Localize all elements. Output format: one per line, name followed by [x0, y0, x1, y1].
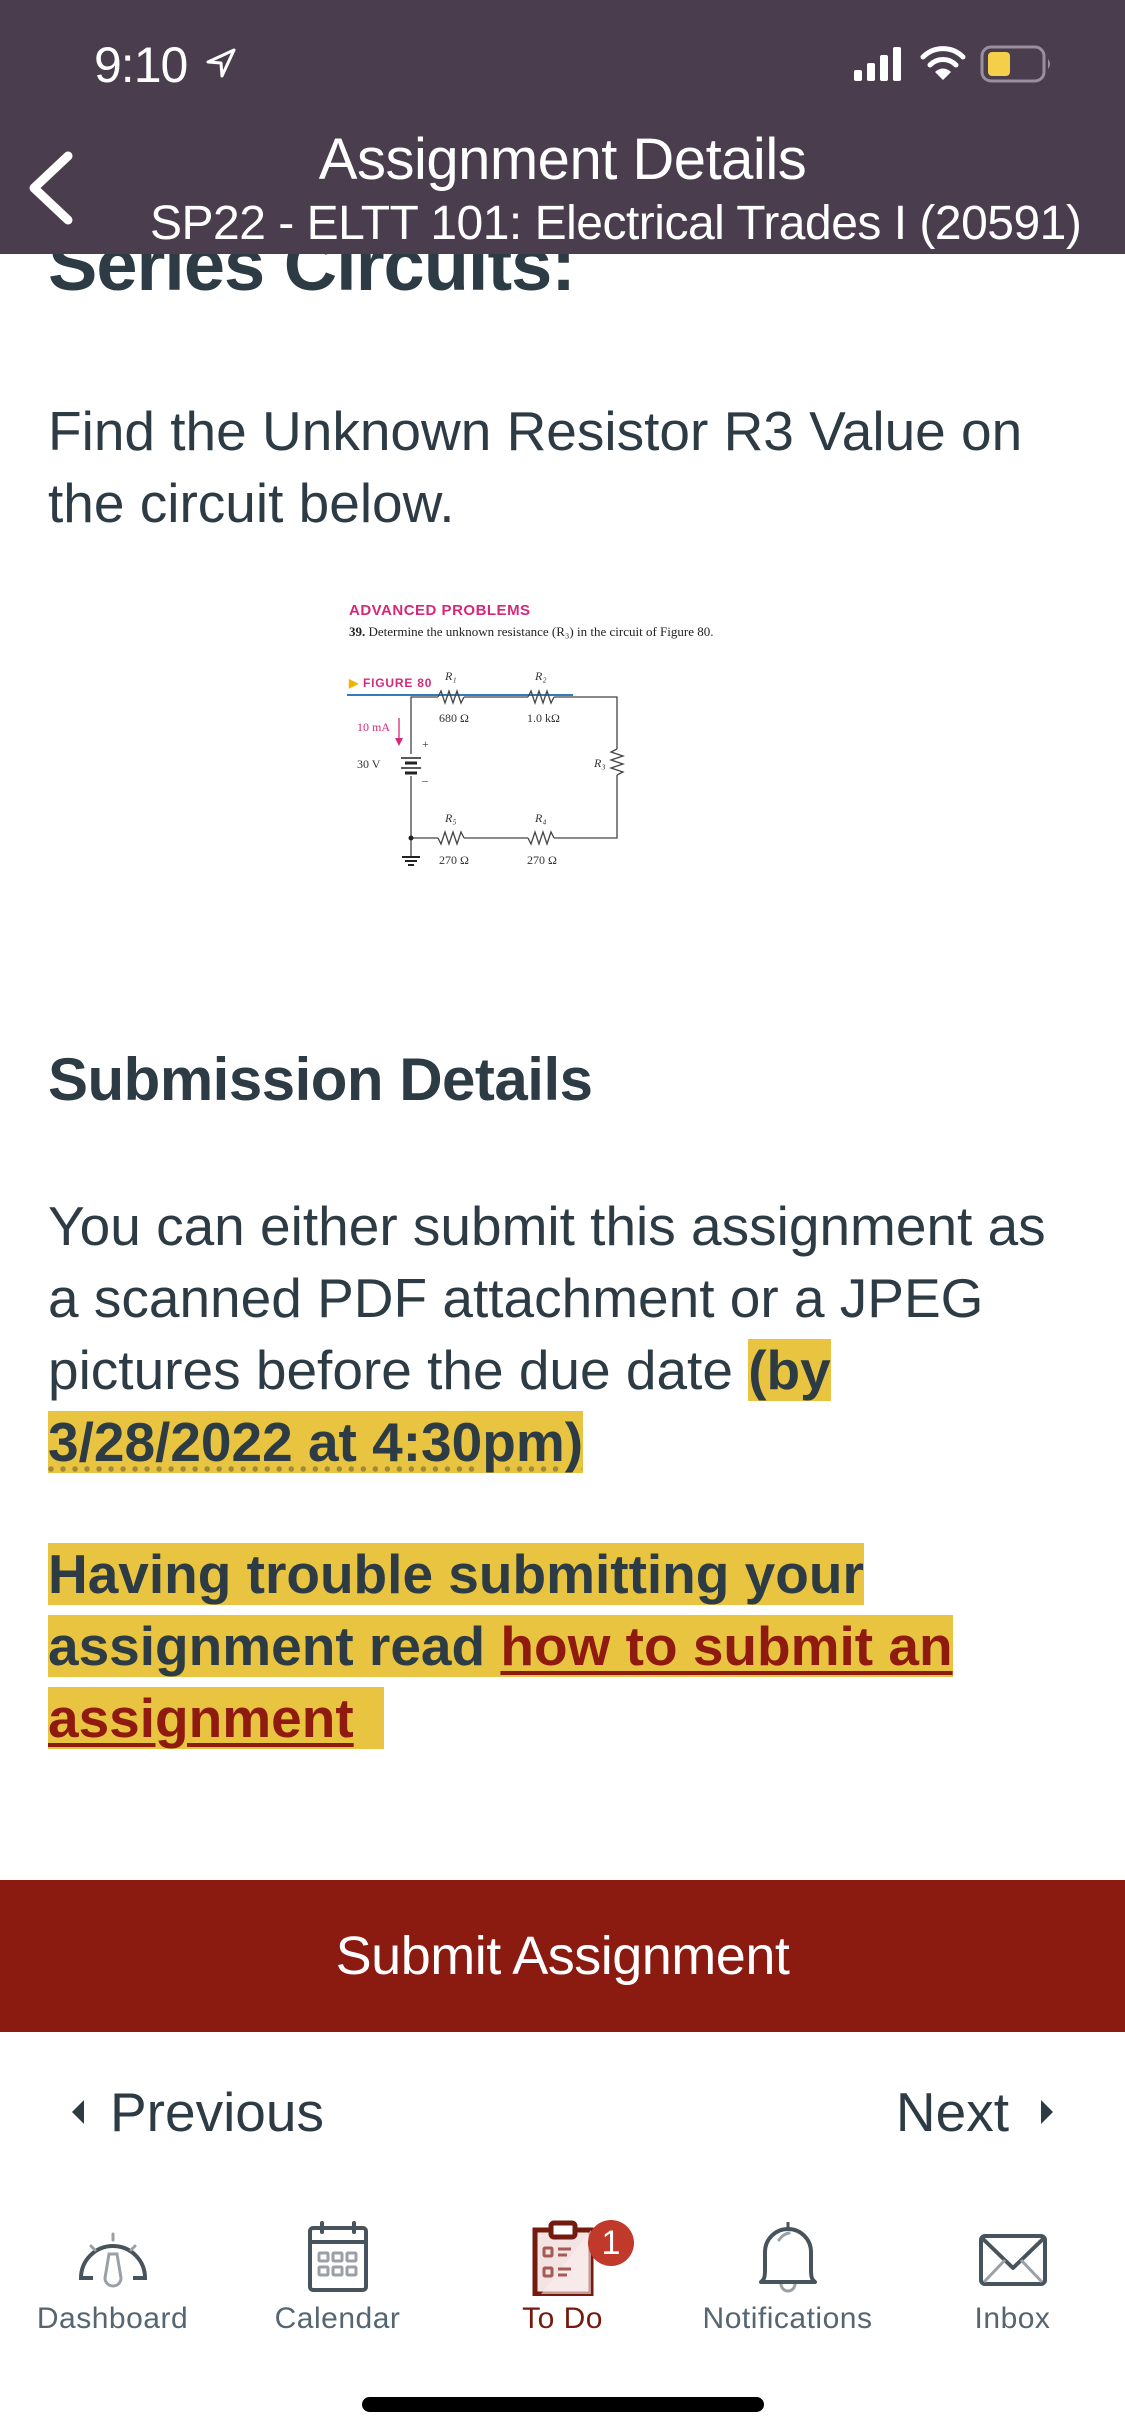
r2-value: 1.0 kΩ: [527, 711, 560, 725]
nav-title: Assignment Details: [318, 127, 807, 192]
tab-calendar[interactable]: Calendar: [225, 2200, 450, 2350]
next-button[interactable]: Next: [896, 2080, 1053, 2144]
tab-calendar-label: Calendar: [274, 2302, 401, 2335]
r3-name: R₃: [593, 756, 606, 770]
cellular-signal-icon: [854, 47, 901, 81]
help-trailing-space: [354, 1687, 369, 1749]
current-label: 10 mA: [357, 720, 390, 734]
wire-bottom-right: [554, 775, 618, 839]
plus-sign: +: [422, 737, 429, 751]
resistor-r3-symbol: [608, 748, 626, 776]
r4-value: 270 Ω: [527, 853, 557, 867]
battery-symbol: [401, 757, 421, 775]
dashboard-gauge-icon: [78, 2232, 147, 2288]
resistor-r1-symbol: [437, 688, 465, 706]
r1-value: 680 Ω: [439, 711, 469, 725]
current-arrow-icon: [395, 718, 403, 746]
tab-todo-label: To Do: [522, 2302, 603, 2335]
previous-label: Previous: [110, 2081, 324, 2143]
submit-assignment-button[interactable]: Submit Assignment: [0, 1880, 1125, 2032]
submission-details-text: You can either submit this assignment as…: [48, 1190, 1088, 1478]
home-indicator[interactable]: [362, 2397, 764, 2412]
submission-body: You can either submit this assignment as…: [48, 1195, 1046, 1401]
junction-dot: [408, 835, 414, 841]
circuit-diagram: 10 mA 30 V + – R₁ 680 Ω R₂ 1.0 kΩ R₃ R₄ …: [357, 669, 626, 867]
question-text: Find the Unknown Resistor R3 Value on th…: [48, 400, 1023, 534]
r4-name: R₄: [534, 811, 547, 825]
wifi-icon: [920, 46, 966, 80]
resistor-r2-symbol: [527, 688, 555, 706]
r2-name: R₂: [534, 669, 547, 683]
minus-sign: –: [421, 773, 429, 787]
navigation-bar: 9:10 Assignment Details SP22 - ELTT 101:…: [0, 0, 1125, 254]
tab-dashboard[interactable]: Dashboard: [0, 2200, 225, 2350]
circuit-figure-image: ADVANCED PROBLEMS 39. Determine the unkn…: [345, 598, 905, 888]
tab-inbox[interactable]: Inbox: [900, 2200, 1125, 2350]
submission-details-heading: Submission Details: [48, 1046, 593, 1113]
resistor-r4-symbol: [527, 829, 555, 847]
battery-low-icon: [980, 45, 1050, 83]
wire-top-right: [554, 696, 618, 749]
course-subtitle: SP22 - ELTT 101: Electrical Trades I (20…: [150, 197, 1082, 250]
next-label: Next: [895, 2081, 1009, 2143]
resistor-r5-symbol: [437, 829, 465, 847]
todo-clipboard-icon: [532, 2220, 593, 2296]
tab-dashboard-label: Dashboard: [36, 2302, 189, 2335]
r5-name: R₅: [444, 811, 457, 825]
tab-notifications[interactable]: Notifications: [675, 2200, 900, 2350]
calendar-icon: [307, 2221, 368, 2292]
due-prefix: (by: [748, 1339, 831, 1401]
caret-right-icon: [1041, 2100, 1053, 2124]
tab-notifications-label: Notifications: [702, 2302, 873, 2335]
bell-icon: [758, 2222, 817, 2293]
assignment-pager: Previous Next: [0, 2080, 1125, 2160]
source-voltage-label: 30 V: [357, 757, 381, 771]
todo-count-badge: 1: [588, 2220, 634, 2266]
tab-todo[interactable]: 1 To Do: [450, 2200, 675, 2350]
caret-left-icon: [72, 2100, 84, 2124]
r5-value: 270 Ω: [439, 853, 469, 867]
due-date[interactable]: 3/28/2022 at 4:30pm): [48, 1411, 584, 1473]
status-time: 9:10: [94, 37, 188, 93]
r1-name: R₁: [444, 669, 457, 683]
tab-inbox-label: Inbox: [974, 2302, 1051, 2335]
location-arrow-icon: [206, 48, 236, 78]
tab-bar: Dashboard Calendar 1 To Do Notifications…: [0, 2200, 1125, 2350]
submission-help: Having trouble submitting your assignmen…: [48, 1538, 1068, 1754]
envelope-icon: [978, 2234, 1047, 2286]
ground-symbol: [402, 856, 420, 866]
previous-button[interactable]: Previous: [72, 2080, 324, 2144]
